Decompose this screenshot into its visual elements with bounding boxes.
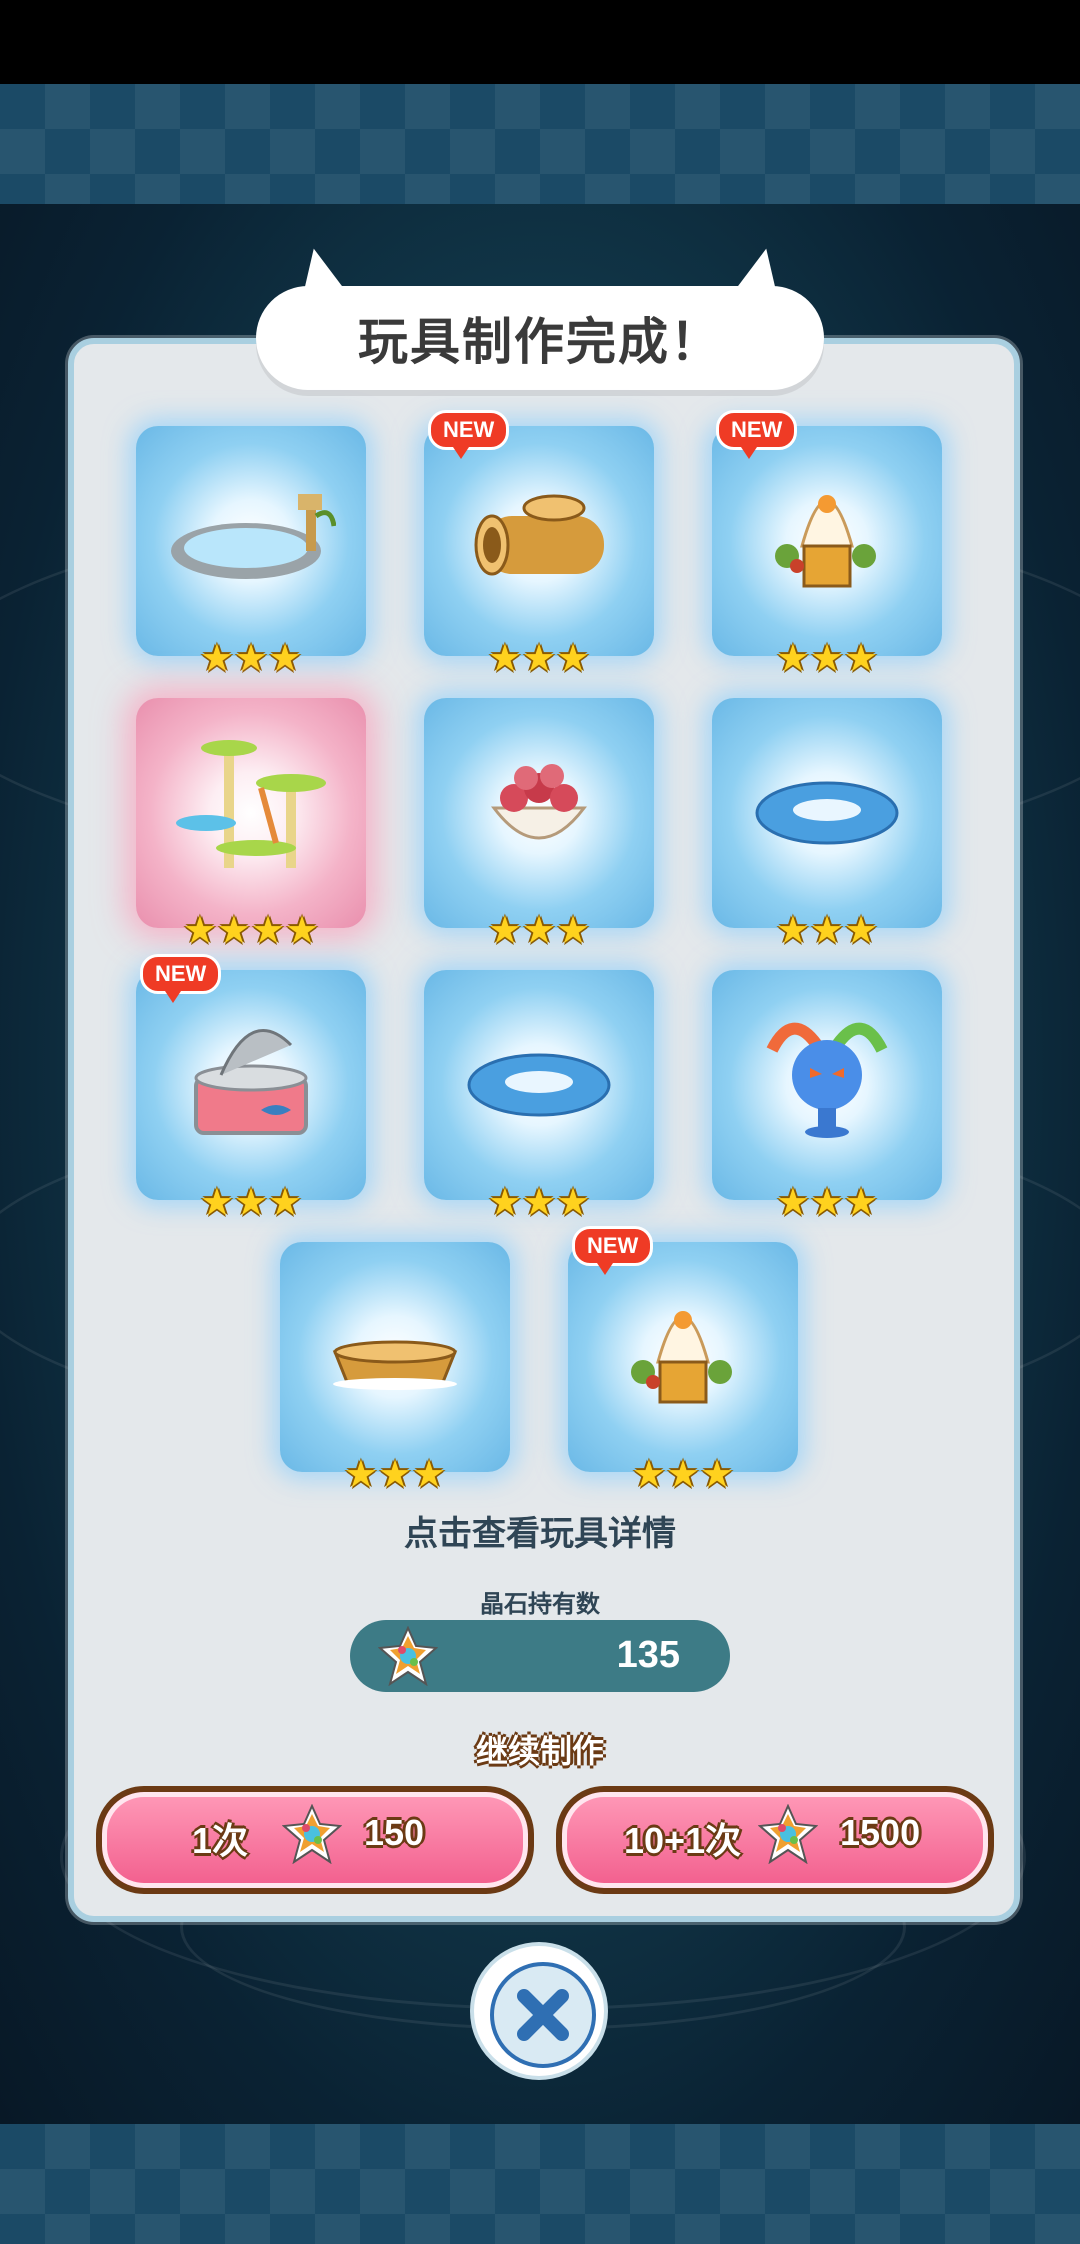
pond-icon — [171, 494, 336, 579]
wooden-tub-icon — [332, 1340, 458, 1390]
toy-card-chestnut-house[interactable]: NEW ★★★ — [712, 410, 942, 678]
star-rating: ★★★ — [631, 1452, 735, 1496]
log-tunnel-icon — [474, 494, 604, 576]
gem-count-bar: 135 — [350, 1620, 730, 1692]
craft-once-label: 1次 — [192, 1820, 249, 1861]
close-button[interactable] — [474, 1946, 604, 2076]
craft-eleven-cost: 1500 — [840, 1812, 921, 1853]
gem-count-value: 135 — [616, 1634, 680, 1676]
craft-once-button[interactable]: 1次 150 — [96, 1786, 534, 1894]
toy-card-tuna-can[interactable]: NEW ★★★ — [136, 954, 366, 1222]
new-badge: NEW — [716, 410, 798, 459]
star-rating: ★★★ — [199, 636, 303, 680]
crystal-gem-icon — [378, 1626, 438, 1686]
chestnut-cat-house-icon — [775, 495, 876, 588]
continue-crafting-label: 继续制作 — [475, 1732, 604, 1770]
new-badge: NEW — [428, 410, 510, 459]
star-rating: ★★★ — [775, 908, 879, 952]
swim-ring-icon — [467, 1053, 611, 1117]
craft-eleven-button[interactable]: 10+1次 1500 — [556, 1786, 994, 1894]
status-bar — [0, 0, 1080, 84]
craft-eleven-label: 10+1次 — [624, 1820, 742, 1861]
tuna-can-icon — [194, 1028, 308, 1135]
toy-card-chestnut-house-2[interactable]: NEW ★★★ — [568, 1226, 798, 1494]
crystal-gem-icon — [282, 1804, 342, 1864]
close-icon — [517, 1989, 569, 2041]
toy-card-monster-statue[interactable]: ★★★ — [712, 970, 942, 1222]
toy-card-swim-ring[interactable]: ★★★ — [712, 698, 942, 950]
star-rating: ★★★ — [199, 1180, 303, 1224]
star-rating: ★★★ — [487, 908, 591, 952]
star-rating: ★★★ — [487, 636, 591, 680]
toy-grid: ★★★ NEW ★★★ NEW ★★★ ★★★★ ★★★ ★★★ NEW ★★★… — [136, 410, 944, 1506]
chestnut-cat-house-icon — [631, 1311, 732, 1404]
swim-ring-icon — [755, 781, 899, 845]
toy-card-swim-ring-2[interactable]: ★★★ — [424, 970, 654, 1222]
toy-card-log-tunnel[interactable]: NEW ★★★ — [424, 410, 654, 678]
new-badge: NEW — [572, 1226, 654, 1275]
crystal-gem-icon — [758, 1804, 818, 1864]
dialog-title: 玩具制作完成！ — [358, 314, 722, 370]
background-pattern-bottom — [0, 2124, 1080, 2244]
new-badge: NEW — [140, 954, 222, 1003]
star-rating: ★★★ — [343, 1452, 447, 1496]
background-pattern-top — [0, 84, 1080, 204]
toy-details-hint[interactable]: 点击查看玩具详情 — [0, 1506, 1080, 1555]
toy-card-pond[interactable]: ★★★ — [136, 426, 366, 678]
toy-card-wooden-tub[interactable]: ★★★ — [280, 1242, 510, 1494]
monster-statue-icon — [766, 1022, 888, 1138]
rose-basket-icon — [490, 764, 588, 840]
gem-count-label: 晶石持有数 — [480, 1590, 600, 1618]
star-rating: ★★★ — [487, 1180, 591, 1224]
title-bubble: 玩具制作完成！ — [256, 286, 824, 390]
star-rating: ★★★ — [775, 636, 879, 680]
cat-tower-icon — [176, 740, 326, 868]
toy-card-rose-basket[interactable]: ★★★ — [424, 698, 654, 950]
craft-once-cost: 150 — [364, 1812, 425, 1853]
star-rating: ★★★★ — [182, 908, 320, 952]
star-rating: ★★★ — [775, 1180, 879, 1224]
toy-card-cat-tower[interactable]: ★★★★ — [136, 698, 366, 950]
